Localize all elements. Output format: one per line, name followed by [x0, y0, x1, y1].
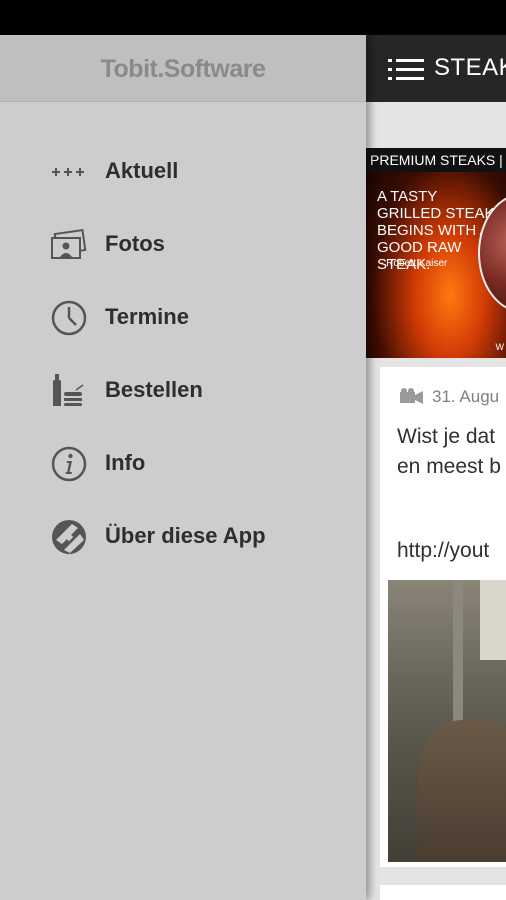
navigation-drawer: Tobit.Software Aktuell Fotos Termine Bes… [0, 35, 366, 900]
nav-item-ueber-diese-app[interactable]: Über diese App [0, 500, 366, 573]
nav-item-info[interactable]: Info [0, 427, 366, 500]
post-card[interactable]: 31. Augu Wist je dat en meest b http://y… [380, 367, 506, 867]
nav-item-label: Termine [105, 304, 189, 329]
nav-item-label: Bestellen [105, 377, 203, 402]
nav-item-fotos[interactable]: Fotos [0, 208, 366, 281]
post-text: Wist je dat en meest b [397, 422, 501, 482]
status-bar [0, 0, 506, 35]
plus-plus-plus-icon [50, 153, 88, 191]
video-camera-icon [398, 388, 424, 406]
action-bar-title: STEAK [434, 54, 506, 81]
post-date: 31. Augu [432, 387, 500, 406]
thumbnail-person [418, 720, 506, 862]
info-icon [50, 445, 88, 483]
drawer-header: Tobit.Software [0, 35, 366, 102]
post-card[interactable] [380, 885, 506, 900]
drawer-menu: Aktuell Fotos Termine Bestellen Info Übe… [0, 135, 366, 573]
nav-item-label: Info [105, 450, 146, 475]
thumbnail-window [480, 580, 506, 660]
nav-item-aktuell[interactable]: Aktuell [0, 135, 366, 208]
post-meta: 31. Augu [398, 387, 499, 407]
nav-item-label: Aktuell [105, 158, 179, 183]
nav-item-termine[interactable]: Termine [0, 281, 366, 354]
tobit-logo-icon [50, 518, 88, 556]
post-link[interactable]: http://yout [397, 539, 489, 563]
nav-item-label: Über diese App [105, 523, 266, 548]
clock-icon [50, 299, 88, 337]
post-text-line: Wist je dat [397, 425, 496, 448]
menu-icon[interactable] [388, 55, 424, 83]
banner-image[interactable]: PREMIUM STEAKS | A tasty grilled steak b… [366, 148, 506, 358]
banner-small-text: W [495, 342, 505, 352]
nav-item-label: Fotos [105, 231, 165, 256]
main-content: STEAK PREMIUM STEAKS | A tasty grilled s… [366, 35, 506, 900]
banner-author: - Robert Kaiser [380, 258, 448, 269]
tobit-software-logo: Tobit.Software [100, 55, 266, 83]
post-video-thumbnail[interactable] [388, 580, 506, 862]
post-text-line: en meest b [397, 455, 501, 478]
photos-icon [50, 226, 88, 264]
banner-topline: PREMIUM STEAKS | [366, 148, 506, 172]
nav-item-bestellen[interactable]: Bestellen [0, 354, 366, 427]
order-icon [50, 372, 88, 410]
action-bar: STEAK [366, 35, 506, 102]
